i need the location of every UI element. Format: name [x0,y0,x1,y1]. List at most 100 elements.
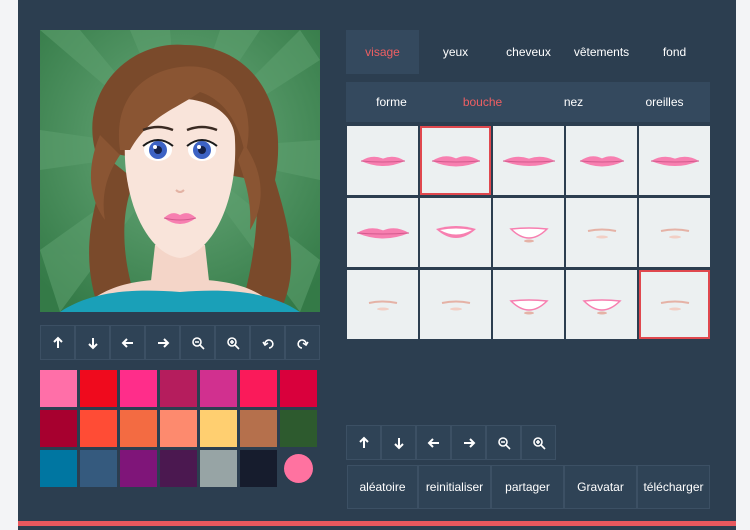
mouth-option[interactable] [639,270,710,339]
color-swatch[interactable] [80,410,117,447]
subtab-nez[interactable]: nez [528,82,619,122]
mouth-shape [356,227,409,238]
mouth-option[interactable] [639,198,710,267]
main-tabs: visage yeux cheveux vêtements fond [346,30,711,74]
mouth-shape [660,228,689,238]
arrow-right-button[interactable] [451,425,486,460]
color-swatch[interactable] [280,410,317,447]
mouth-option[interactable] [493,198,564,267]
color-swatch[interactable] [160,450,197,487]
arrow-down-button[interactable] [381,425,416,460]
mouth-shape [508,226,549,242]
zoom-in-icon [532,436,546,450]
zoom-out-button[interactable] [486,425,521,460]
color-swatch[interactable] [280,370,317,407]
undo-icon [261,338,274,349]
arrow-right-button[interactable] [145,325,180,360]
mouth-option[interactable] [639,126,710,195]
action-button[interactable]: aléatoire [347,465,418,509]
action-button[interactable]: reinitialiser [418,465,491,509]
subtab-bouche[interactable]: bouche [437,82,528,122]
zoom-out-button[interactable] [180,325,215,360]
arrow-left-button[interactable] [416,425,451,460]
color-swatch[interactable] [200,450,237,487]
mouth-option[interactable] [347,126,418,195]
mouth-shape [435,225,476,238]
sub-tabs: forme bouche nez oreilles [346,82,710,122]
subtab-oreilles[interactable]: oreilles [619,82,710,122]
color-swatch[interactable] [120,410,157,447]
mouth-shape [360,156,405,166]
arrow-down-icon [87,337,98,349]
arrow-up-icon [52,336,63,348]
arrow-left-icon [121,337,133,348]
avatar-preview [40,30,320,312]
redo-icon [296,338,309,349]
mouth-option[interactable] [347,198,418,267]
action-button[interactable]: partager [491,465,564,509]
mouth-shape [431,155,480,166]
bottom-accent-line [18,521,736,526]
zoom-out-icon [191,336,205,350]
mouth-shape [587,228,616,238]
mouth-option[interactable] [420,270,491,339]
subtab-forme[interactable]: forme [346,82,437,122]
color-swatch[interactable] [40,450,77,487]
redo-button[interactable] [285,325,320,360]
selected-color-swatch[interactable] [284,454,313,483]
color-swatch[interactable] [240,370,277,407]
mouth-shape [368,300,397,310]
color-swatch[interactable] [40,410,77,447]
tab-vêtements[interactable]: vêtements [565,30,638,74]
tab-yeux[interactable]: yeux [419,30,492,74]
color-swatch[interactable] [120,370,157,407]
mouth-shape [581,298,622,314]
arrow-up-icon [358,436,369,448]
options-toolbar [346,425,556,460]
arrow-right-icon [157,337,169,348]
arrow-down-icon [393,437,404,449]
tab-fond[interactable]: fond [638,30,711,74]
tab-visage[interactable]: visage [346,30,419,74]
action-button[interactable]: Gravatar [564,465,637,509]
mouth-shape [502,156,555,166]
mouth-option[interactable] [566,126,637,195]
mouth-option[interactable] [566,270,637,339]
color-swatch[interactable] [120,450,157,487]
arrow-right-icon [463,437,475,448]
color-swatch[interactable] [240,450,277,487]
mouth-option[interactable] [566,198,637,267]
undo-button[interactable] [250,325,285,360]
action-bar: aléatoire reinitialiser partager Gravatar té… [347,465,710,509]
avatar-illustration [40,30,320,312]
mouth-option[interactable] [347,270,418,339]
action-button[interactable]: télécharger [637,465,710,509]
arrow-up-button[interactable] [346,425,381,460]
mouth-option[interactable] [493,126,564,195]
color-swatch[interactable] [200,370,237,407]
zoom-in-icon [226,336,240,350]
mouth-shape [660,300,689,310]
tab-cheveux[interactable]: cheveux [492,30,565,74]
color-swatch[interactable] [80,450,117,487]
mouth-option[interactable] [420,198,491,267]
mouth-shape [508,298,549,314]
arrow-down-button[interactable] [75,325,110,360]
arrow-left-icon [427,437,439,448]
color-swatch[interactable] [160,410,197,447]
zoom-out-icon [497,436,511,450]
zoom-in-button[interactable] [521,425,556,460]
arrow-up-button[interactable] [40,325,75,360]
color-swatch[interactable] [240,410,277,447]
color-swatch[interactable] [80,370,117,407]
mouth-option[interactable] [493,270,564,339]
mouth-option[interactable] [420,126,491,195]
mouth-shape [579,155,624,166]
color-swatch[interactable] [200,410,237,447]
color-swatch[interactable] [40,370,77,407]
mouth-shape [650,156,699,166]
mouth-shape [441,300,470,310]
zoom-in-button[interactable] [215,325,250,360]
color-swatch[interactable] [160,370,197,407]
arrow-left-button[interactable] [110,325,145,360]
